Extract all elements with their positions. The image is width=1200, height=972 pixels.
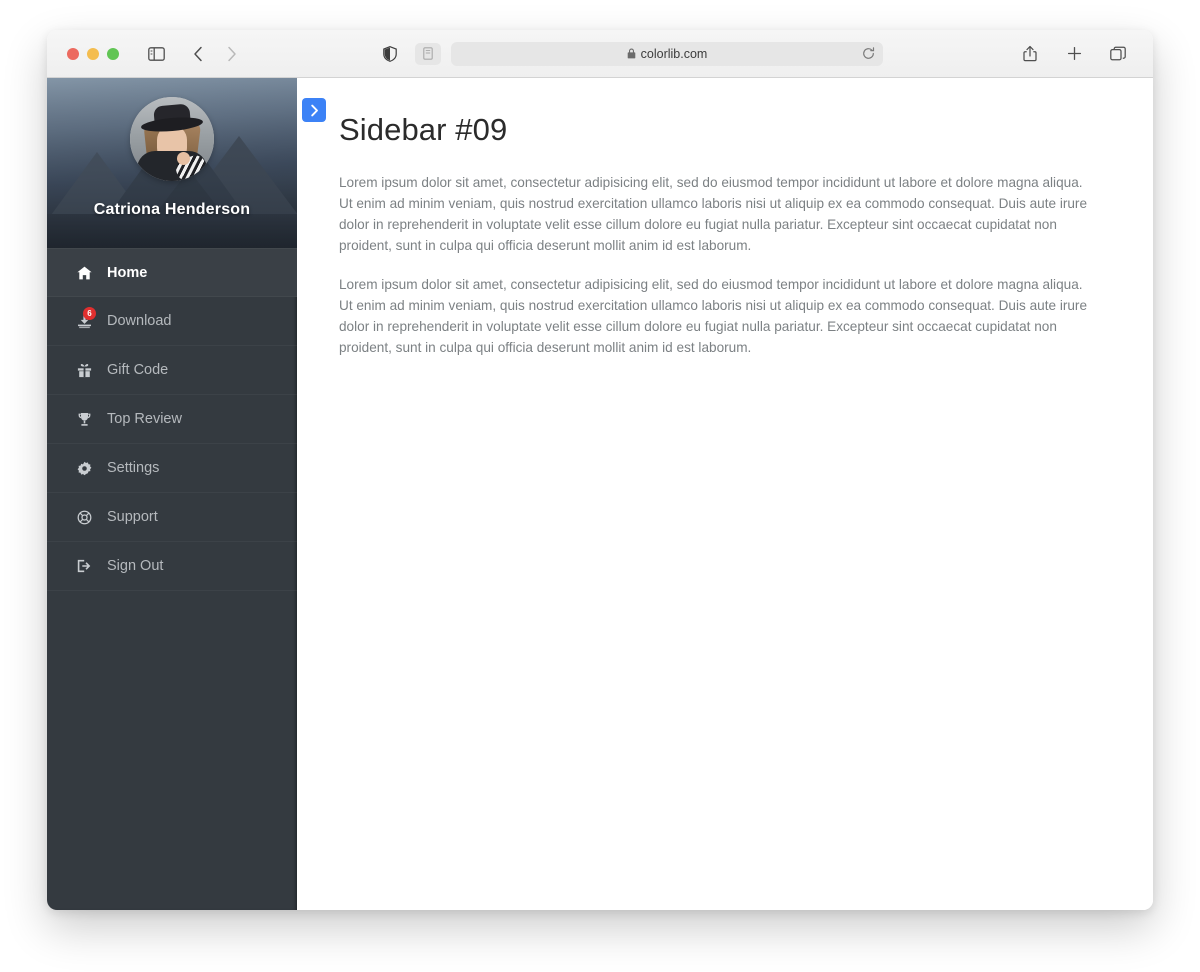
minimize-window-button[interactable] xyxy=(87,47,99,60)
sidebar-item-label: Gift Code xyxy=(107,362,169,378)
sidebar-item-download[interactable]: 6 Download xyxy=(47,297,297,346)
reload-icon[interactable] xyxy=(862,47,875,60)
privacy-shield-icon[interactable] xyxy=(375,40,405,68)
url-text: colorlib.com xyxy=(640,46,708,61)
trophy-icon xyxy=(77,412,99,427)
sidebar-nav: Home 6 Download Gift Code Top Review Set… xyxy=(47,248,297,591)
sidebar-item-label: Top Review xyxy=(107,411,182,427)
sidebar-item-label: Home xyxy=(107,264,148,281)
sidebar-toggle-icon[interactable] xyxy=(141,40,171,68)
gear-icon xyxy=(77,461,99,476)
lifering-icon xyxy=(77,510,99,525)
browser-toolbar: colorlib.com xyxy=(47,30,1153,78)
close-window-button[interactable] xyxy=(67,47,79,60)
sidebar-item-home[interactable]: Home xyxy=(47,248,297,297)
profile-name: Catriona Henderson xyxy=(93,201,251,218)
body-paragraph: Lorem ipsum dolor sit amet, consectetur … xyxy=(339,277,1088,355)
sidebar-profile-header: Catriona Henderson xyxy=(47,78,297,248)
content-inner: Sidebar #09 Lorem ipsum dolor sit amet, … xyxy=(297,78,1153,358)
sidebar-item-label: Download xyxy=(107,313,172,329)
browser-window: colorlib.com Catriona Henderson Home 6 D… xyxy=(47,30,1153,910)
sidebar-item-label: Settings xyxy=(107,460,160,476)
sign-out-icon xyxy=(77,559,99,573)
sidebar-item-sign-out[interactable]: Sign Out xyxy=(47,542,297,591)
sidebar: Catriona Henderson Home 6 Download Gift … xyxy=(47,78,297,910)
body-paragraph: Lorem ipsum dolor sit amet, consectetur … xyxy=(339,175,1088,253)
download-badge: 6 xyxy=(83,306,96,320)
window-controls xyxy=(67,47,119,60)
maximize-window-button[interactable] xyxy=(107,47,119,60)
share-icon[interactable] xyxy=(1015,40,1045,68)
sidebar-expand-button[interactable] xyxy=(302,98,326,122)
address-bar[interactable]: colorlib.com xyxy=(451,41,883,66)
sidebar-item-label: Sign Out xyxy=(107,558,164,574)
address-bar-content: colorlib.com xyxy=(627,46,708,61)
avatar xyxy=(130,97,214,181)
tab-overview-icon[interactable] xyxy=(1103,40,1133,68)
reader-mode-icon[interactable] xyxy=(415,42,441,65)
avatar-photo xyxy=(130,97,214,181)
main-content: Sidebar #09 Lorem ipsum dolor sit amet, … xyxy=(297,78,1153,910)
sidebar-item-settings[interactable]: Settings xyxy=(47,444,297,493)
home-icon xyxy=(77,266,99,280)
plus-icon[interactable] xyxy=(1059,40,1089,68)
sidebar-item-top-review[interactable]: Top Review xyxy=(47,395,297,444)
sidebar-item-support[interactable]: Support xyxy=(47,493,297,542)
forward-arrow-icon[interactable] xyxy=(217,40,247,68)
sidebar-item-gift-code[interactable]: Gift Code xyxy=(47,346,297,395)
toolbar-actions xyxy=(1015,40,1137,68)
lock-icon xyxy=(627,48,636,59)
sidebar-item-label: Support xyxy=(107,509,158,525)
back-arrow-icon[interactable] xyxy=(183,40,213,68)
page-title: Sidebar #09 xyxy=(339,112,508,147)
page-body: Catriona Henderson Home 6 Download Gift … xyxy=(47,78,1153,910)
gift-icon xyxy=(77,363,99,378)
download-icon: 6 xyxy=(77,306,99,329)
navigation-controls xyxy=(119,40,247,68)
